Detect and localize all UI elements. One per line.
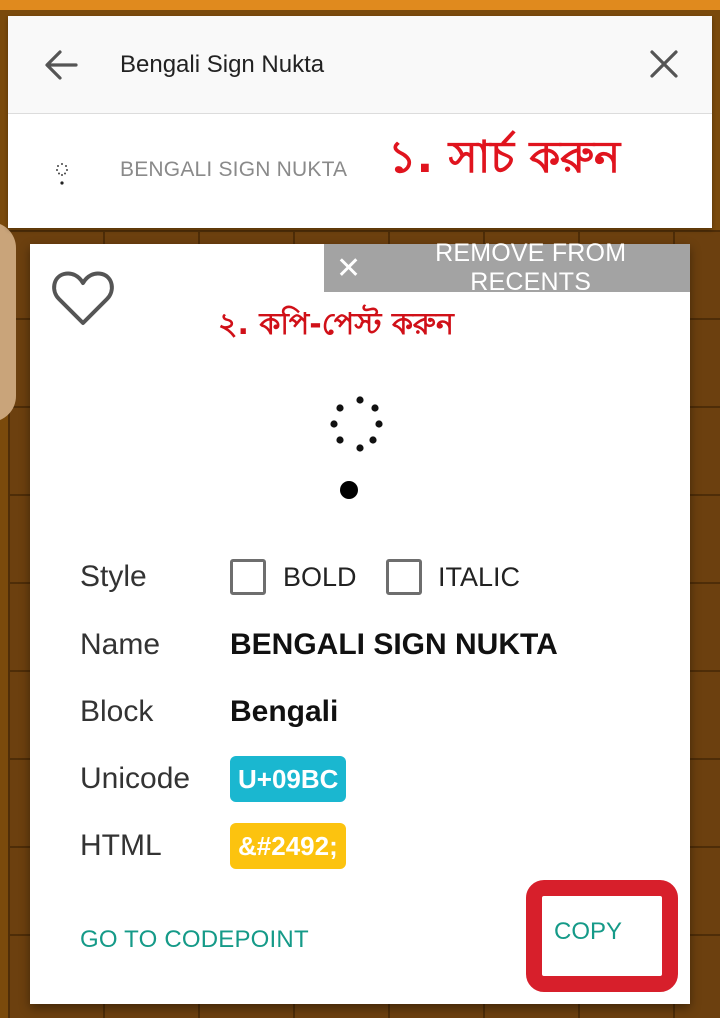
remove-from-recents-button[interactable]: ✕ REMOVE FROM RECENTS bbox=[324, 239, 690, 296]
search-result-item[interactable]: BENGALI SIGN NUKTA ১. সার্চ করুন bbox=[8, 114, 712, 228]
search-input[interactable] bbox=[120, 44, 620, 86]
italic-checkbox[interactable] bbox=[386, 559, 422, 595]
search-result-label: BENGALI SIGN NUKTA bbox=[120, 158, 348, 181]
annotation-step-2: ২. কপি-পেস্ট করুন bbox=[218, 307, 454, 342]
copy-button[interactable]: COPY bbox=[554, 918, 622, 946]
name-key: Name bbox=[80, 628, 161, 661]
name-row: Name BENGALI SIGN NUKTA bbox=[80, 620, 680, 670]
go-to-codepoint-button[interactable]: GO TO CODEPOINT bbox=[80, 926, 309, 954]
background-edge bbox=[0, 222, 16, 422]
italic-label: ITALIC bbox=[438, 561, 521, 592]
style-row: Style BOLD ITALIC bbox=[80, 552, 680, 602]
style-key: Style bbox=[80, 560, 147, 593]
block-row: Block Bengali bbox=[80, 687, 680, 737]
character-detail-dialog: ✕ REMOVE FROM RECENTS ২. কপি-পেস্ট করুন … bbox=[30, 239, 690, 1004]
close-icon[interactable] bbox=[646, 46, 682, 82]
copy-highlight-frame: COPY bbox=[526, 880, 678, 992]
unicode-key: Unicode bbox=[80, 762, 191, 795]
character-preview-icon bbox=[330, 396, 383, 499]
unicode-row: Unicode U+09BC bbox=[80, 754, 680, 804]
html-key: HTML bbox=[80, 829, 162, 862]
html-value-chip[interactable]: &#2492; bbox=[230, 823, 346, 869]
unicode-value-chip[interactable]: U+09BC bbox=[230, 756, 347, 802]
annotation-step-1: ১. সার্চ করুন bbox=[388, 132, 621, 183]
nukta-dots-icon bbox=[56, 163, 68, 185]
search-panel: BENGALI SIGN NUKTA ১. সার্চ করুন bbox=[8, 16, 712, 228]
html-row: HTML &#2492; bbox=[80, 821, 680, 871]
favorite-heart-icon[interactable] bbox=[50, 268, 116, 328]
bold-label: BOLD bbox=[283, 561, 357, 592]
status-strip bbox=[0, 0, 720, 10]
name-value: BENGALI SIGN NUKTA bbox=[230, 628, 558, 661]
search-bar bbox=[8, 16, 712, 114]
back-arrow-icon[interactable] bbox=[42, 46, 80, 84]
block-key: Block bbox=[80, 695, 154, 728]
close-icon: ✕ bbox=[336, 251, 362, 285]
block-value: Bengali bbox=[230, 695, 339, 728]
remove-from-recents-label: REMOVE FROM RECENTS bbox=[435, 239, 627, 296]
bold-checkbox[interactable] bbox=[230, 559, 266, 595]
